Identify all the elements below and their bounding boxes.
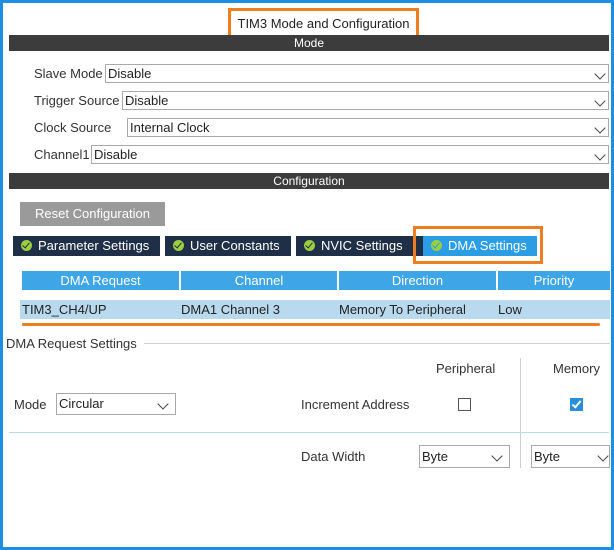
chevron-down-icon [594, 149, 606, 161]
cell-priority: Low [496, 300, 610, 319]
dma-mode-select[interactable]: Circular [56, 393, 176, 415]
mode-label: Mode [14, 397, 47, 412]
memory-column-label: Memory [553, 361, 600, 376]
chevron-down-icon [594, 95, 606, 107]
tab-label: Parameter Settings [38, 238, 150, 253]
cell-dma-request: TIM3_CH4/UP [20, 300, 179, 319]
channel1-select[interactable]: Disable [91, 145, 609, 164]
chevron-down-icon [597, 450, 609, 462]
window-title: TIM3 Mode and Configuration [228, 8, 419, 38]
col-header-channel[interactable]: Channel [181, 271, 337, 290]
row-highlight-underline [22, 323, 600, 326]
tab-user-constants[interactable]: User Constants [165, 236, 291, 256]
data-width-label: Data Width [301, 449, 366, 464]
chevron-down-icon [157, 398, 169, 410]
channel1-value: Disable [94, 147, 138, 162]
group-divider [144, 343, 610, 344]
tab-parameter-settings[interactable]: Parameter Settings [13, 236, 160, 256]
chevron-down-icon [491, 450, 503, 462]
reset-configuration-button[interactable]: Reset Configuration [20, 202, 165, 226]
check-circle-icon [173, 240, 184, 251]
col-header-dma-request[interactable]: DMA Request [22, 271, 179, 290]
dma-mode-value: Circular [59, 396, 104, 411]
increment-address-label: Increment Address [301, 397, 410, 412]
mode-section-header: Mode [9, 35, 609, 51]
check-circle-icon [304, 240, 315, 251]
tab-label: NVIC Settings [321, 238, 403, 253]
slave-mode-label: Slave Mode [34, 66, 103, 81]
trigger-source-label: Trigger Source [34, 93, 120, 108]
data-width-peripheral-value: Byte [422, 449, 449, 464]
dma-request-settings-title: DMA Request Settings [6, 336, 139, 351]
trigger-source-select[interactable]: Disable [122, 91, 609, 110]
chevron-down-icon [594, 68, 606, 80]
settings-row-divider [9, 432, 609, 433]
cell-direction: Memory To Peripheral [337, 300, 496, 319]
increment-memory-checkbox[interactable] [570, 398, 583, 411]
channel1-label: Channel1 [34, 147, 90, 162]
window-title-text: TIM3 Mode and Configuration [237, 15, 410, 31]
dma-tab-highlight [413, 226, 543, 264]
cell-channel: DMA1 Channel 3 [179, 300, 337, 319]
tab-label: User Constants [190, 238, 280, 253]
col-header-direction[interactable]: Direction [339, 271, 496, 290]
data-width-memory-select[interactable]: Byte [531, 445, 610, 468]
chevron-down-icon [594, 122, 606, 134]
clock-source-value: Internal Clock [130, 120, 210, 135]
increment-peripheral-checkbox[interactable] [458, 398, 471, 411]
trigger-source-value: Disable [125, 93, 169, 108]
col-header-priority[interactable]: Priority [498, 271, 610, 290]
clock-source-label: Clock Source [34, 120, 112, 135]
slave-mode-value: Disable [108, 66, 152, 81]
data-width-memory-value: Byte [534, 449, 561, 464]
data-width-peripheral-select[interactable]: Byte [419, 445, 510, 468]
slave-mode-select[interactable]: Disable [105, 64, 609, 83]
clock-source-select[interactable]: Internal Clock [127, 118, 609, 137]
configuration-section-header: Configuration [9, 173, 609, 189]
tab-nvic-settings[interactable]: NVIC Settings [296, 236, 423, 256]
column-divider [520, 358, 521, 468]
peripheral-column-label: Peripheral [436, 361, 496, 376]
check-circle-icon [21, 240, 32, 251]
